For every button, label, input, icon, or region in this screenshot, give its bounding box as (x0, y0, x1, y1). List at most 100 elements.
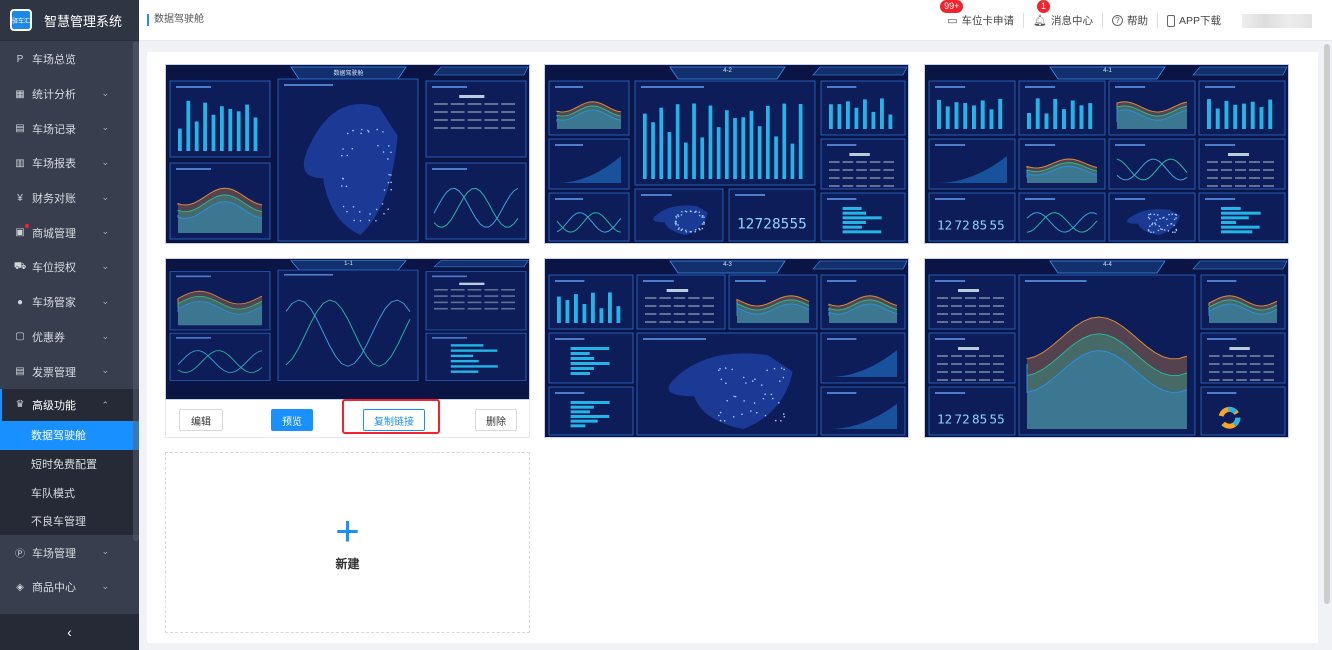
sidebar-item-label: 发票管理 (32, 366, 76, 379)
logo-icon: 驿车汇 (10, 9, 32, 31)
dashboard-thumbnail[interactable]: 1-1 (165, 258, 530, 400)
chevron-down-icon: ⌄ (101, 191, 109, 202)
sidebar-item-label: 财务对账 (32, 193, 76, 206)
chart-icon: ▦ (15, 88, 25, 100)
car-icon: ⛟ (13, 260, 27, 272)
plus-icon: + (335, 507, 360, 554)
card-icon: ▭ (947, 15, 958, 27)
chevron-down-icon: ⌄ (101, 546, 109, 557)
store-icon: ▣ (15, 227, 25, 239)
chevron-down-icon: ⌄ (101, 157, 109, 168)
sidebar-subitem[interactable]: 数据驾驶舱 (0, 420, 139, 450)
sidebar-item-label: 车位授权 (32, 262, 76, 275)
dashboard-title: 1-1 (344, 261, 353, 267)
sidebar-item-label: 车场记录 (32, 123, 76, 136)
parking-card-apply-link[interactable]: 99+ ▭ 车位卡申请 (938, 0, 1023, 28)
sidebar-group-advanced[interactable]: ♛ 高级功能 ⌃ (0, 388, 139, 421)
svg-text:85: 85 (772, 217, 789, 233)
svg-text:85: 85 (972, 411, 987, 426)
svg-text:12: 12 (937, 411, 952, 426)
delete-button[interactable]: 删除 (475, 409, 517, 431)
header: 数据驾驶舱 99+ ▭ 车位卡申请 1 🔔︎ 消息中心 ? 帮助 APP下载 (139, 0, 1332, 41)
chevron-up-icon: ⌃ (101, 399, 109, 410)
svg-text:85: 85 (972, 217, 987, 232)
sidebar-item[interactable]: ◈ 商品中心 ⌄ (0, 570, 139, 605)
sidebar-item[interactable]: ● 车场管家 ⌄ (0, 285, 139, 320)
sidebar-item[interactable]: ¥ 财务对账 ⌄ (0, 181, 139, 216)
dashboard-thumbnail[interactable]: 12 72 85 55 4-4 (924, 258, 1289, 438)
chevron-down-icon: ⌄ (101, 122, 109, 133)
sidebar-item-label: 统计分析 (32, 89, 76, 102)
logo[interactable]: 驿车汇 智慧管理系统 (0, 0, 139, 41)
svg-text:55: 55 (990, 411, 1005, 426)
dashboard-thumbnail[interactable]: 12 72 85 55 4-2 (544, 64, 909, 244)
edit-button[interactable]: 编辑 (179, 409, 223, 431)
app-download-link[interactable]: APP下载 (1156, 13, 1230, 28)
sidebar-item-label: 优惠券 (32, 331, 65, 344)
sidebar-item-label: 车场管理 (32, 547, 76, 560)
finance-icon: ¥ (17, 192, 23, 204)
label: 消息中心 (1050, 15, 1093, 27)
sidebar-scrollbar[interactable] (133, 41, 139, 541)
badge: 99+ (940, 0, 964, 13)
sidebar-item[interactable]: ▦ 统计分析 ⌄ (0, 77, 139, 112)
chevron-down-icon: ⌄ (101, 330, 109, 341)
sidebar: 驿车汇 智慧管理系统 P 车场总览 ▦ 统计分析 ⌄ ▤ 车场记录 ⌄ ▥ 车场报表 ⌄ ¥ 财务对账 ⌄… (0, 0, 139, 650)
chevron-down-icon: ⌄ (101, 87, 109, 98)
sidebar-item-label: 车场总览 (32, 54, 76, 67)
sidebar-item[interactable]: ▢ 优惠券 ⌄ (0, 320, 139, 355)
dashboard-thumbnail[interactable]: 数据驾驶舱 (165, 64, 530, 244)
crown-icon: ♛ (15, 399, 25, 411)
sidebar-item-label: 商品中心 (32, 582, 76, 595)
coupon-icon: ▢ (15, 331, 25, 343)
sidebar-item[interactable]: P 车场总览 (0, 42, 139, 77)
sidebar-item[interactable]: ▤ 车场记录 ⌄ (0, 111, 139, 146)
report-icon: ▥ (15, 157, 25, 169)
sidebar-subitem[interactable]: 车队模式 (0, 478, 139, 507)
svg-text:12: 12 (737, 217, 754, 233)
sidebar-item-label: 车场报表 (32, 158, 76, 171)
help-link[interactable]: ? 帮助 (1101, 13, 1157, 28)
chevron-down-icon: ⌄ (101, 365, 109, 376)
chevron-down-icon: ⌄ (101, 295, 109, 306)
dashboard-thumbnail[interactable]: 4-3 (544, 258, 909, 438)
sidebar-item-label: 车场管家 (32, 297, 76, 310)
dashboard-title: 4-2 (723, 68, 732, 74)
bell-icon: 🔔︎ (1033, 15, 1047, 27)
dashboard-thumbnail[interactable]: 12 72 85 55 4-1 (924, 64, 1289, 244)
sidebar-item[interactable]: ⛟ 车位授权 ⌄ (0, 250, 139, 285)
svg-text:72: 72 (955, 217, 970, 232)
new-dashboard-button[interactable]: + 新建 (165, 452, 530, 633)
chevron-down-icon: ⌄ (101, 581, 109, 592)
user-icon: ● (16, 296, 24, 308)
user-avatar-blurred[interactable] (1242, 13, 1312, 28)
breadcrumb: 数据驾驶舱 (147, 14, 204, 26)
sidebar-item-label: 高级功能 (32, 399, 76, 412)
record-icon: ▤ (15, 123, 25, 135)
dashboard-title: 4-1 (1103, 68, 1112, 74)
svg-text:12: 12 (937, 217, 952, 232)
parking-icon: Ⓟ (15, 549, 25, 561)
sidebar-item[interactable]: Ⓟ 车场管理 ⌄ (0, 535, 139, 570)
label: 帮助 (1126, 15, 1148, 27)
preview-button[interactable]: 预览 (271, 409, 313, 431)
svg-text:72: 72 (955, 411, 970, 426)
copy-link-button[interactable]: 复制链接 (363, 409, 425, 431)
page-scrollbar[interactable] (1324, 44, 1330, 604)
sidebar-item-label: 商城管理 (32, 227, 76, 240)
dashboard-actions: 编辑 预览 复制链接 删除 (165, 399, 530, 438)
sidebar-subitem[interactable]: 短时免费配置 (0, 450, 139, 479)
sidebar-subitem[interactable]: 不良车管理 (0, 507, 139, 536)
sidebar-item[interactable]: ▣ 商城管理 ⌄ (0, 215, 139, 250)
dashboard-title: 4-4 (1103, 262, 1112, 268)
svg-text:72: 72 (755, 217, 772, 233)
sidebar-item[interactable]: ▤ 发票管理 ⌄ (0, 354, 139, 389)
svg-text:55: 55 (790, 217, 807, 233)
message-center-link[interactable]: 1 🔔︎ 消息中心 (1023, 0, 1102, 28)
sidebar-item[interactable]: ▥ 车场报表 ⌄ (0, 146, 139, 181)
chevron-down-icon: ⌄ (101, 226, 109, 237)
collapse-sidebar-button[interactable]: ‹ (0, 614, 139, 650)
new-label: 新建 (335, 557, 360, 571)
dashboard-title: 数据驾驶舱 (333, 71, 364, 77)
label: 车位卡申请 (961, 15, 1015, 27)
